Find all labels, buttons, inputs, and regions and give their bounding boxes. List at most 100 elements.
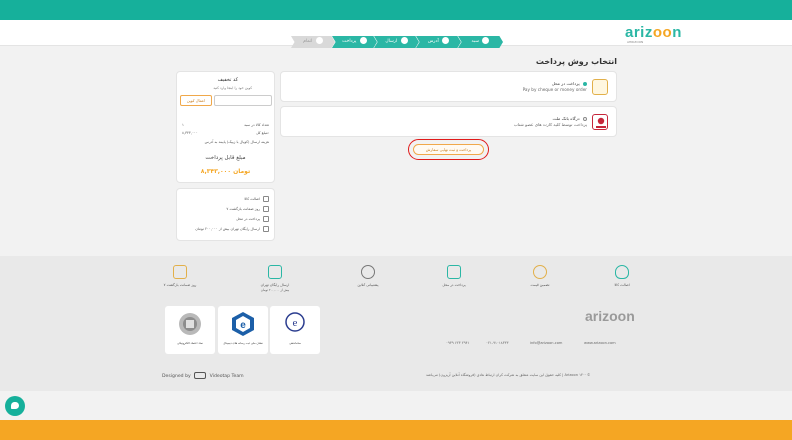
mobile-text: ۰۹۳۹ ۶۲۳ ۲۹۴۱ xyxy=(446,341,470,345)
step-finish: اتمام xyxy=(291,36,335,48)
contact-email[interactable]: info@arizoon.com xyxy=(530,341,562,345)
step-address[interactable]: آدرس xyxy=(416,36,461,48)
designer-name[interactable]: Videotap Team xyxy=(210,374,244,379)
step-cart-label: سبد xyxy=(471,39,480,44)
payment-method-cod[interactable]: پرداخت در محل Pay by cheque or money ord… xyxy=(280,71,617,102)
samandehi-badge[interactable]: e ساماندهی xyxy=(270,306,320,354)
step-shipping[interactable]: ارسال xyxy=(374,36,419,48)
submit-order-button[interactable]: پرداخت و ثبت نهایی سفارش xyxy=(413,144,484,155)
site-logo[interactable]: arizoon xyxy=(625,24,682,41)
cart-icon xyxy=(482,37,490,44)
videotap-logo-icon xyxy=(194,372,207,379)
feature-free-shipping-label: ارسال رایگان تهران بیش از ۲۰۰,۰۰۰ تومان xyxy=(195,227,260,231)
enamad-badge[interactable]: نماد اعتماد الکترونیکی xyxy=(165,306,215,354)
step-payment-label: پرداخت xyxy=(342,39,357,44)
truck-icon xyxy=(263,226,269,232)
feature-cod-label: پرداخت در محل xyxy=(236,217,260,221)
cart-count-value: ۱ xyxy=(182,123,184,127)
discount-subtitle: کوپن خود را اینجا وارد کنید xyxy=(213,86,252,90)
apply-coupon-button[interactable]: اعمال کوپن xyxy=(180,95,212,106)
logo-tagline: AHRIZOON xyxy=(627,40,644,44)
payable-amount-label: مبلغ قابل پرداخت xyxy=(205,155,246,161)
step-shipping-label: ارسال xyxy=(385,39,398,44)
svg-text:e: e xyxy=(240,320,246,331)
total-price-label: مبلغ کل: xyxy=(256,131,269,135)
wallet-icon xyxy=(359,37,367,44)
feature-authentic: اصالت کالا xyxy=(244,196,269,202)
payment-mellat-row: درگاه بانک ملت xyxy=(553,116,587,121)
payment-cod-description: Pay by cheque or money order xyxy=(522,87,587,92)
contact-phone[interactable]: ۰۲۱-۹۱۰۱۸۳۳۳ xyxy=(486,341,509,345)
footer-feature-return: ۷ روز ضمانت بازگشت xyxy=(150,265,210,287)
step-cart[interactable]: سبد xyxy=(458,36,503,48)
footer-feature-return-label: ۷ روز ضمانت بازگشت xyxy=(163,283,197,287)
shipping-cost-label: هزینه ارسال (کوپال با زیپک) پایبند به آد… xyxy=(204,140,269,144)
order-summary-card: کد تخفیف کوپن خود را اینجا وارد کنید اعم… xyxy=(176,71,275,183)
footer-feature-cod: پرداخت در محل xyxy=(424,265,484,287)
website-text: www.arizoon.com xyxy=(584,341,616,345)
return-box-icon xyxy=(173,265,187,279)
mellat-bank-icon xyxy=(592,114,608,130)
samandehi-badge-label: ساماندهی xyxy=(289,341,301,345)
payment-cod-radio[interactable] xyxy=(583,82,587,86)
payment-cod-label: پرداخت در محل xyxy=(551,81,580,86)
top-accent-bar xyxy=(0,0,792,20)
feature-authentic-label: اصالت کالا xyxy=(244,197,260,201)
payment-method-mellat[interactable]: درگاه بانک ملت پرداخت توسط کلیه کارت های… xyxy=(280,106,617,137)
step-address-label: آدرس xyxy=(427,39,439,44)
discount-code-input[interactable] xyxy=(214,95,272,106)
samandehi-logo-icon: e xyxy=(285,312,305,332)
payment-mellat-description: پرداخت توسط کلیه کارت های عضو شتاب xyxy=(513,122,587,127)
designed-by-label: Designed by xyxy=(162,374,191,379)
copyright-text: کلیه حقوق این سایت متعلق به شرکت کران ار… xyxy=(426,373,591,377)
cash-on-delivery-icon xyxy=(592,79,608,95)
contact-website[interactable]: www.arizoon.com xyxy=(584,341,616,345)
contact-mobile[interactable]: ۰۹۳۹ ۶۲۳ ۲۹۴۱ xyxy=(446,341,470,345)
checkout-steps: اتمام پرداخت ارسال آدرس سبد xyxy=(291,36,503,48)
ecunion-logo-icon: e xyxy=(232,312,254,336)
footer-feature-shipping-sub: بیش از ۲۰۰,۰۰۰ تومان xyxy=(260,288,290,292)
ecunion-badge-label: نشان ملی ثبت رسانه های دیجیتال xyxy=(223,341,263,345)
footer-feature-support: پشتیبانی آنلاین xyxy=(338,265,398,287)
enamad-badge-label: نماد اعتماد الکترونیکی xyxy=(177,341,203,345)
cash-hand-icon xyxy=(447,265,461,279)
cash-icon xyxy=(263,216,269,222)
delivery-truck-icon xyxy=(268,265,282,279)
payment-cod-row: پرداخت در محل xyxy=(552,81,587,86)
step-payment[interactable]: پرداخت xyxy=(332,36,377,48)
feature-cod: پرداخت در محل xyxy=(236,216,269,222)
check-icon xyxy=(315,37,323,44)
ecunion-badge[interactable]: e نشان ملی ثبت رسانه های دیجیتال xyxy=(218,306,268,354)
feature-return-label: ۷ روز ضمانت بازگشت xyxy=(226,207,260,211)
cart-count-label: تعداد کالا در سبد xyxy=(244,123,269,127)
payment-mellat-label: درگاه بانک ملت xyxy=(552,116,580,121)
shield-icon xyxy=(263,196,269,202)
feature-free-shipping: ارسال رایگان تهران بیش از ۲۰۰,۰۰۰ تومان xyxy=(195,226,269,232)
discount-title: کد تخفیف xyxy=(217,77,238,83)
truck-icon xyxy=(400,37,408,44)
location-icon xyxy=(442,37,450,44)
footer-feature-shipping-label: ارسال رایگان تهران xyxy=(260,283,290,287)
payment-mellat-radio[interactable] xyxy=(583,117,587,121)
step-finish-label: اتمام xyxy=(303,39,313,44)
footer-logo[interactable]: arizoon xyxy=(585,308,635,324)
footer-feature-authentic-label: اصالت کالا xyxy=(614,283,630,287)
footer-feature-authentic: اصالت کالا xyxy=(592,265,652,287)
feature-return: ۷ روز ضمانت بازگشت xyxy=(226,206,269,212)
payable-amount-value: ۸,۳۴۳,۰۰۰ تومان xyxy=(200,168,251,175)
chat-widget-button[interactable] xyxy=(5,396,25,416)
trust-features-card: اصالت کالا ۷ روز ضمانت بازگشت پرداخت در … xyxy=(176,188,275,241)
footer-feature-shipping: ارسال رایگان تهران بیش از ۲۰۰,۰۰۰ تومان xyxy=(245,265,305,292)
bottom-accent-bar xyxy=(0,420,792,440)
phone-text: ۰۲۱-۹۱۰۱۸۳۳۳ xyxy=(486,341,509,345)
site-footer: اصالت کالا تضمین قیمت پرداخت در محل پشتی… xyxy=(0,256,792,391)
svg-text:e: e xyxy=(293,317,298,329)
footer-feature-cod-label: پرداخت در محل xyxy=(442,283,466,287)
footer-feature-price: تضمین قیمت xyxy=(510,265,570,287)
footer-feature-support-label: پشتیبانی آنلاین xyxy=(357,283,379,287)
shield-check-icon xyxy=(615,265,629,279)
email-text: info@arizoon.com xyxy=(530,341,563,345)
enamad-seal-icon xyxy=(179,313,201,335)
total-price-value: ۸,۳۴۳,۰۰۰ xyxy=(182,131,198,135)
return-icon xyxy=(263,206,269,212)
